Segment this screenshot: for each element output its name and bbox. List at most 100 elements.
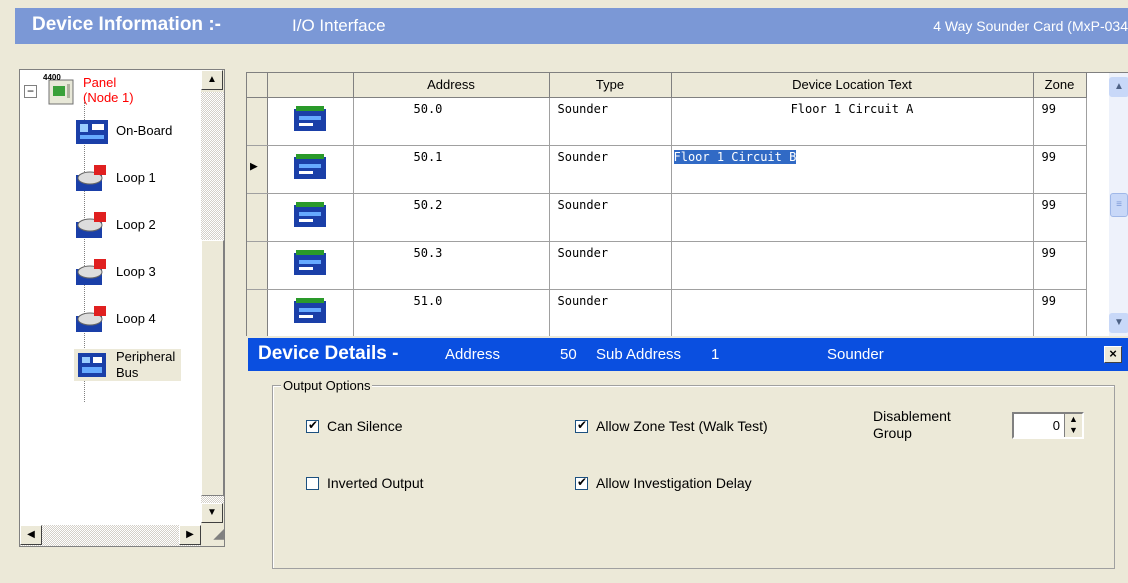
address-cell[interactable]: 50.3 bbox=[353, 241, 550, 290]
checkbox-unchecked-icon[interactable] bbox=[306, 476, 319, 490]
address-cell[interactable]: 50.0 bbox=[353, 97, 550, 146]
row-indicator[interactable] bbox=[247, 193, 268, 242]
allow-zone-test-checkbox[interactable]: Allow Zone Test (Walk Test) bbox=[575, 418, 768, 434]
spin-up-icon[interactable]: ▲ bbox=[1065, 414, 1082, 425]
details-title: Device Details - bbox=[258, 343, 399, 364]
location-text-selected[interactable]: Floor 1 Circuit B bbox=[673, 149, 797, 164]
table-row[interactable]: 50.0 Sounder Floor 1 Circuit A 99 bbox=[247, 97, 1087, 146]
tree-item-peripheral-bus[interactable]: Peripheral Bus bbox=[74, 349, 182, 381]
sounder-card-icon bbox=[267, 97, 354, 146]
tree-item-loop-2[interactable]: Loop 2 bbox=[74, 210, 156, 240]
peripheral-bus-icon bbox=[74, 350, 110, 380]
header-subtitle: I/O Interface bbox=[292, 16, 386, 35]
location-cell[interactable]: Floor 1 Circuit B bbox=[671, 145, 1034, 194]
checkbox-checked-icon[interactable] bbox=[306, 418, 319, 433]
zone-cell[interactable]: 99 bbox=[1033, 241, 1087, 290]
can-silence-checkbox[interactable]: Can Silence bbox=[306, 418, 403, 434]
loop-icon bbox=[74, 304, 110, 334]
zone-cell[interactable]: 99 bbox=[1033, 193, 1087, 242]
address-cell[interactable]: 50.2 bbox=[353, 193, 550, 242]
address-cell[interactable]: 51.0 bbox=[353, 289, 550, 336]
scroll-right-icon[interactable]: ▶ bbox=[179, 525, 201, 545]
disablement-group-spinner[interactable]: 0 ▲ ▼ bbox=[1012, 412, 1084, 439]
type-cell[interactable]: Sounder bbox=[549, 97, 672, 146]
sounder-card-icon bbox=[267, 145, 354, 194]
panel-label-line1: Panel bbox=[83, 75, 117, 90]
address-cell[interactable]: 50.1 bbox=[353, 145, 550, 194]
tree-vertical-scrollbar[interactable]: ▲ ▼ bbox=[201, 70, 224, 525]
panel-badge: 4400 bbox=[43, 73, 61, 82]
table-row[interactable]: 51.0 Sounder 99 bbox=[247, 289, 1087, 336]
spin-down-icon[interactable]: ▼ bbox=[1065, 425, 1082, 436]
table-row[interactable]: 50.2 Sounder 99 bbox=[247, 193, 1087, 242]
sub-address-label: Sub Address bbox=[596, 346, 682, 363]
loop-icon bbox=[74, 210, 110, 240]
zone-cell[interactable]: 99 bbox=[1033, 97, 1087, 146]
scroll-up-icon[interactable]: ▲ bbox=[1109, 77, 1128, 97]
device-details-bar: Device Details - Address 50 Sub Address … bbox=[248, 338, 1128, 371]
scroll-thumb-icon[interactable]: ≡ bbox=[1110, 193, 1128, 217]
type-cell[interactable]: Sounder bbox=[549, 241, 672, 290]
column-header-zone[interactable]: Zone bbox=[1033, 73, 1087, 98]
tree-item-loop-3[interactable]: Loop 3 bbox=[74, 257, 156, 287]
card-type-label: 4 Way Sounder Card (MxP-034 bbox=[933, 18, 1128, 34]
grid-vertical-scrollbar[interactable]: ▲ ≡ ▼ bbox=[1109, 73, 1128, 336]
column-header-address[interactable]: Address bbox=[353, 73, 550, 98]
disablement-group-label: Disablement Group bbox=[873, 408, 951, 442]
checkbox-label: Inverted Output bbox=[327, 475, 424, 491]
header-title: Device Information :- bbox=[32, 14, 221, 35]
tree-item-onboard[interactable]: On-Board bbox=[74, 116, 172, 146]
device-grid[interactable]: Address Type Device Location Text Zone 5… bbox=[246, 72, 1128, 336]
location-cell[interactable] bbox=[671, 289, 1034, 336]
device-tree[interactable]: − 4400 Panel (Node 1) On-Board Loop 1 Lo… bbox=[19, 69, 225, 547]
tree-item-label: Loop 3 bbox=[116, 264, 156, 279]
row-indicator[interactable] bbox=[247, 97, 268, 146]
tree-horizontal-scrollbar[interactable]: ◀ ▶ bbox=[20, 525, 201, 546]
tree-item-label: Loop 1 bbox=[116, 170, 156, 185]
inverted-output-checkbox[interactable]: Inverted Output bbox=[306, 475, 424, 491]
spinner-value[interactable]: 0 bbox=[1053, 418, 1060, 433]
row-indicator[interactable] bbox=[247, 289, 268, 336]
tree-item-loop-4[interactable]: Loop 4 bbox=[74, 304, 156, 334]
panel-icon: 4400 bbox=[40, 72, 80, 106]
location-cell[interactable] bbox=[671, 193, 1034, 242]
row-indicator[interactable] bbox=[247, 241, 268, 290]
zone-cell[interactable]: 99 bbox=[1033, 145, 1087, 194]
checkbox-label: Allow Investigation Delay bbox=[596, 475, 752, 491]
close-icon[interactable]: × bbox=[1104, 346, 1122, 363]
sounder-card-icon bbox=[267, 193, 354, 242]
scroll-down-icon[interactable]: ▼ bbox=[1109, 313, 1128, 333]
checkbox-checked-icon[interactable] bbox=[575, 475, 588, 490]
resize-grip-icon[interactable]: ◢ bbox=[201, 525, 224, 546]
checkbox-label: Allow Zone Test (Walk Test) bbox=[596, 418, 768, 434]
location-cell[interactable] bbox=[671, 241, 1034, 290]
zone-cell[interactable]: 99 bbox=[1033, 289, 1087, 336]
row-indicator-header bbox=[247, 73, 268, 98]
scroll-left-icon[interactable]: ◀ bbox=[20, 525, 42, 545]
sounder-card-icon bbox=[267, 289, 354, 336]
type-cell[interactable]: Sounder bbox=[549, 193, 672, 242]
checkbox-checked-icon[interactable] bbox=[575, 418, 588, 433]
column-header-location[interactable]: Device Location Text bbox=[671, 73, 1034, 98]
scroll-down-icon[interactable]: ▼ bbox=[201, 503, 223, 523]
tree-item-label: Loop 2 bbox=[116, 217, 156, 232]
column-header-type[interactable]: Type bbox=[549, 73, 672, 98]
tree-item-loop-1[interactable]: Loop 1 bbox=[74, 163, 156, 193]
table-row[interactable]: ▶ 50.1 Sounder Floor 1 Circuit B 99 bbox=[247, 145, 1087, 194]
panel-node-label[interactable]: Panel (Node 1) bbox=[83, 75, 134, 105]
location-cell[interactable]: Floor 1 Circuit A bbox=[671, 97, 1034, 146]
type-cell[interactable]: Sounder bbox=[549, 145, 672, 194]
device-type-label: Sounder bbox=[827, 346, 884, 363]
collapse-toggle[interactable]: − bbox=[24, 85, 37, 98]
address-label: Address bbox=[445, 346, 501, 363]
table-row[interactable]: 50.3 Sounder 99 bbox=[247, 241, 1087, 290]
type-cell[interactable]: Sounder bbox=[549, 289, 672, 336]
scroll-up-icon[interactable]: ▲ bbox=[201, 70, 223, 90]
spinner-arrows[interactable]: ▲ ▼ bbox=[1064, 414, 1082, 437]
loop-icon bbox=[74, 257, 110, 287]
icon-column-header bbox=[267, 73, 354, 98]
row-indicator[interactable]: ▶ bbox=[247, 145, 268, 194]
scroll-thumb[interactable] bbox=[201, 240, 224, 496]
allow-investigation-delay-checkbox[interactable]: Allow Investigation Delay bbox=[575, 475, 752, 491]
sub-address-value: 1 bbox=[711, 346, 720, 363]
